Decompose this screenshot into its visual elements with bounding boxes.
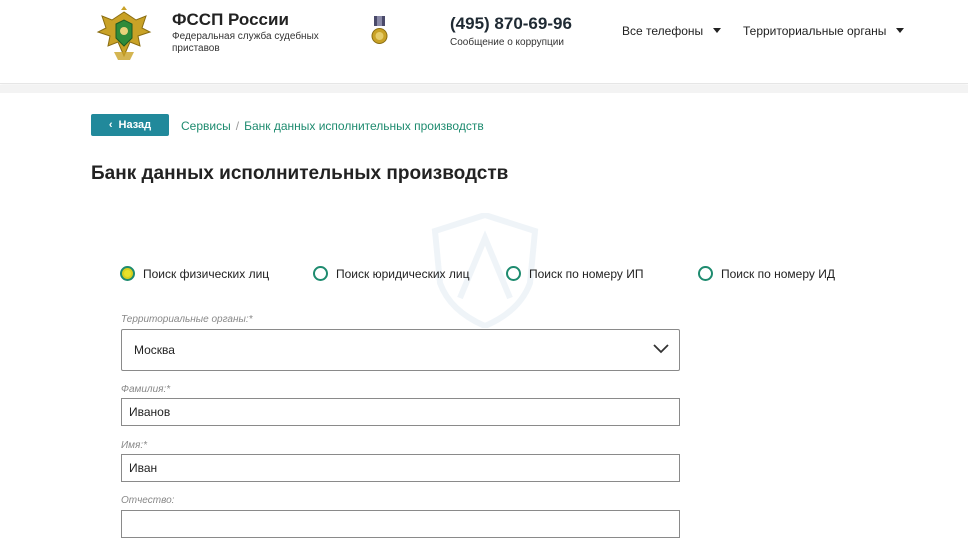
breadcrumb-services[interactable]: Сервисы — [181, 119, 231, 133]
nav-all-phones[interactable]: Все телефоны — [622, 24, 722, 38]
chevron-left-icon: ‹ — [108, 119, 113, 131]
radio-legal-entities-label: Поиск юридических лиц — [336, 266, 470, 281]
region-label: Территориальные органы:* — [121, 314, 253, 325]
breadcrumb-separator: / — [235, 119, 240, 133]
radio-unchecked-icon — [698, 266, 713, 281]
header-shadow-band — [0, 85, 968, 93]
back-button[interactable]: ‹ Назад — [91, 114, 169, 136]
radio-individuals-label: Поиск физических лиц — [143, 266, 270, 281]
radio-id-number-label: Поиск по номеру ИД — [721, 266, 835, 281]
breadcrumb: Сервисы / Банк данных исполнительных произ… — [181, 119, 484, 133]
radio-legal-entities[interactable]: Поиск юридических лиц — [313, 266, 469, 281]
radio-unchecked-icon — [313, 266, 328, 281]
last-name-input[interactable]: Иванов — [121, 398, 680, 426]
breadcrumb-current[interactable]: Банк данных исполнительных производств — [244, 119, 484, 133]
patronymic-input[interactable] — [121, 510, 680, 538]
medal-icon — [371, 16, 388, 44]
radio-checked-icon — [120, 266, 135, 281]
radio-id-number[interactable]: Поиск по номеру ИД — [698, 266, 835, 281]
phone-caption: Сообщение о коррупции — [450, 37, 564, 48]
back-button-label: Назад — [118, 119, 152, 131]
nav-territorial-bodies-label: Территориальные органы — [743, 24, 887, 38]
radio-ip-number-label: Поиск по номеру ИП — [529, 266, 644, 281]
radio-unchecked-icon — [506, 266, 521, 281]
region-select-value: Москва — [134, 343, 175, 357]
nav-territorial-bodies[interactable]: Территориальные органы — [743, 24, 905, 38]
patronymic-label: Отчество: — [121, 495, 175, 506]
corruption-hotline-phone[interactable]: (495) 870-69-96 — [450, 14, 572, 34]
chevron-down-icon — [653, 344, 669, 354]
search-mode-group: Поиск физических лиц Поиск юридических л… — [120, 266, 880, 286]
first-name-input[interactable]: Иван — [121, 454, 680, 482]
first-name-value: Иван — [129, 461, 158, 475]
caret-down-icon — [896, 28, 905, 34]
caret-down-icon — [713, 28, 722, 34]
radio-individuals[interactable]: Поиск физических лиц — [120, 266, 269, 281]
page-title: Банк данных исполнительных производств — [91, 163, 509, 184]
brand-subtitle: Федеральная служба судебных приставов — [172, 31, 319, 54]
last-name-value: Иванов — [129, 405, 171, 419]
nav-all-phones-label: Все телефоны — [622, 24, 704, 38]
fssp-emblem-icon[interactable] — [94, 6, 154, 64]
last-name-label: Фамилия:* — [121, 384, 171, 395]
radio-ip-number[interactable]: Поиск по номеру ИП — [506, 266, 643, 281]
region-select[interactable]: Москва — [121, 329, 680, 371]
first-name-label: Имя:* — [121, 440, 148, 451]
brand-title[interactable]: ФССП России — [172, 10, 289, 30]
